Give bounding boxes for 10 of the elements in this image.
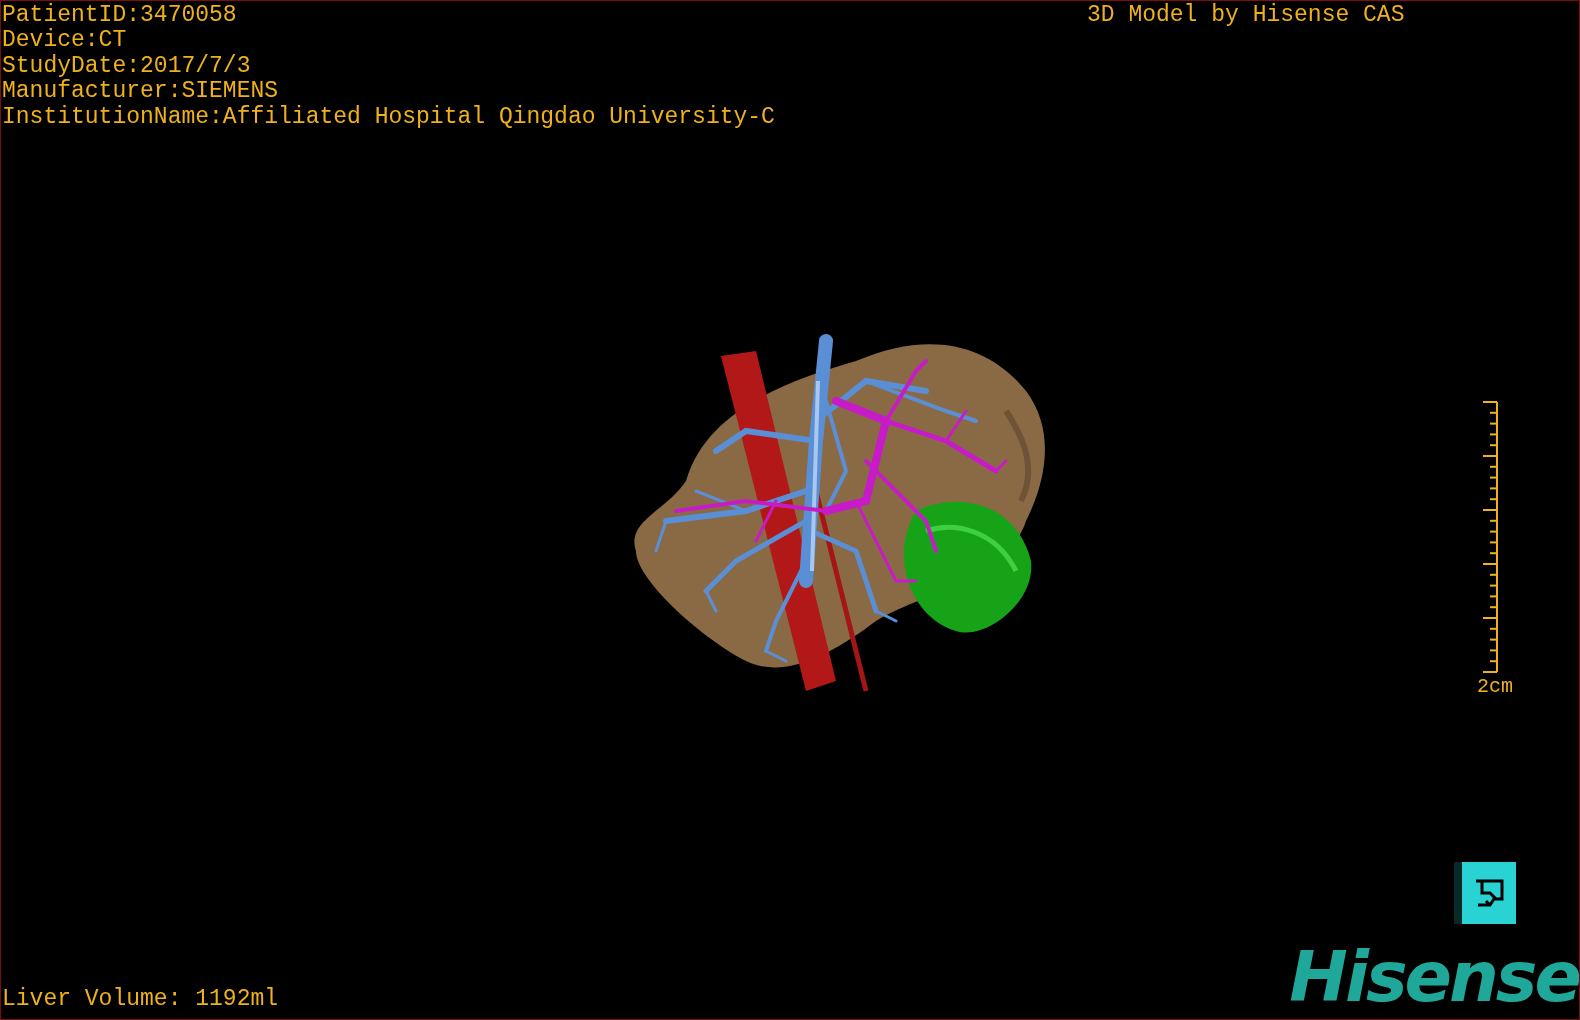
patient-info-text: PatientID:3470058 bbox=[2, 3, 237, 28]
patient-info-text: Device:CT bbox=[2, 28, 127, 54]
patient-info-text: InstitutionName:Affiliated Hospital Qingdao University-C bbox=[2, 104, 775, 131]
patient-info-text: StudyDate:2017/7/3 bbox=[2, 53, 251, 79]
brand-logo: Hisense bbox=[1289, 939, 1579, 1015]
patient-info-text: Manufacturer:SIEMENS bbox=[2, 79, 279, 105]
reset-view-button[interactable] bbox=[1454, 862, 1516, 924]
liver-volume-text: Liver Volume: 1192ml bbox=[2, 985, 279, 1013]
scale-label: 2cm bbox=[1477, 675, 1513, 699]
credit-text: 3D Model by Hisense CAS bbox=[1087, 3, 1405, 28]
